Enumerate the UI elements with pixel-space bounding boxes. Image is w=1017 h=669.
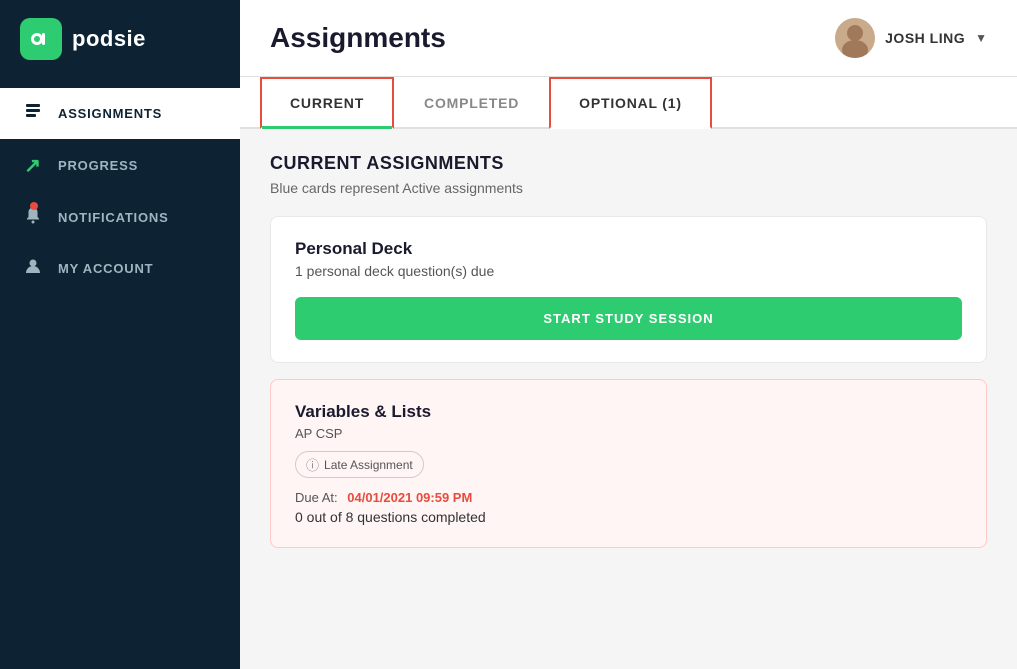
- tab-label: CURRENT: [290, 95, 364, 111]
- sidebar-item-label: PROGRESS: [58, 158, 138, 173]
- late-assignment-badge: ⓘ Late Assignment: [295, 451, 424, 478]
- sidebar-item-assignments[interactable]: ASSIGNMENTS: [0, 88, 240, 139]
- assignments-icon: [22, 102, 44, 125]
- main-content: Assignments JOSH LING ▼ CURRENT COMPLETE…: [240, 0, 1017, 669]
- sidebar-item-label: MY ACCOUNT: [58, 261, 153, 276]
- sidebar-item-progress[interactable]: ↗ PROGRESS: [0, 139, 240, 192]
- info-icon: ⓘ: [306, 455, 319, 474]
- dropdown-arrow-icon: ▼: [975, 31, 987, 45]
- logo-icon: [20, 18, 62, 60]
- tab-current[interactable]: CURRENT: [260, 77, 394, 129]
- tabs-bar: CURRENT COMPLETED OPTIONAL (1): [240, 77, 1017, 129]
- tab-label: OPTIONAL (1): [579, 95, 682, 111]
- logo-text: podsie: [72, 26, 146, 52]
- card-title: Variables & Lists: [295, 402, 962, 422]
- due-label-text: Due At:: [295, 490, 338, 505]
- variables-lists-card: Variables & Lists AP CSP ⓘ Late Assignme…: [270, 379, 987, 548]
- sidebar-item-my-account[interactable]: MY ACCOUNT: [0, 243, 240, 294]
- sidebar-item-label: NOTIFICATIONS: [58, 210, 169, 225]
- section-subtitle: Blue cards represent Active assignments: [270, 180, 987, 196]
- due-label: Due At: 04/01/2021 09:59 PM: [295, 490, 962, 505]
- personal-deck-card: Personal Deck 1 personal deck question(s…: [270, 216, 987, 363]
- sidebar-item-label: ASSIGNMENTS: [58, 106, 162, 121]
- card-subtitle: 1 personal deck question(s) due: [295, 263, 962, 279]
- due-date: 04/01/2021 09:59 PM: [347, 490, 472, 505]
- card-title: Personal Deck: [295, 239, 962, 259]
- sidebar-logo[interactable]: podsie: [0, 0, 240, 78]
- notification-dot: [30, 202, 38, 210]
- tab-completed[interactable]: COMPLETED: [394, 77, 549, 129]
- progress-text: 0 out of 8 questions completed: [295, 509, 962, 525]
- assignments-section: CURRENT ASSIGNMENTS Blue cards represent…: [270, 153, 987, 548]
- page-title: Assignments: [270, 22, 446, 54]
- sidebar-item-notifications[interactable]: NOTIFICATIONS: [0, 192, 240, 243]
- start-study-session-button[interactable]: START STUDY SESSION: [295, 297, 962, 340]
- tab-label: COMPLETED: [424, 95, 519, 111]
- badge-label: Late Assignment: [324, 458, 413, 472]
- user-menu[interactable]: JOSH LING ▼: [835, 18, 987, 58]
- section-title: CURRENT ASSIGNMENTS: [270, 153, 987, 174]
- content-area: CURRENT ASSIGNMENTS Blue cards represent…: [240, 129, 1017, 669]
- user-name: JOSH LING: [885, 30, 965, 46]
- sidebar: podsie ASSIGNMENTS ↗ PROGRESS: [0, 0, 240, 669]
- avatar: [835, 18, 875, 58]
- card-course: AP CSP: [295, 426, 962, 441]
- tab-optional[interactable]: OPTIONAL (1): [549, 77, 712, 129]
- page-header: Assignments JOSH LING ▼: [240, 0, 1017, 77]
- sidebar-navigation: ASSIGNMENTS ↗ PROGRESS NOTIFICATIONS: [0, 88, 240, 294]
- progress-icon: ↗: [22, 153, 44, 178]
- account-icon: [22, 257, 44, 280]
